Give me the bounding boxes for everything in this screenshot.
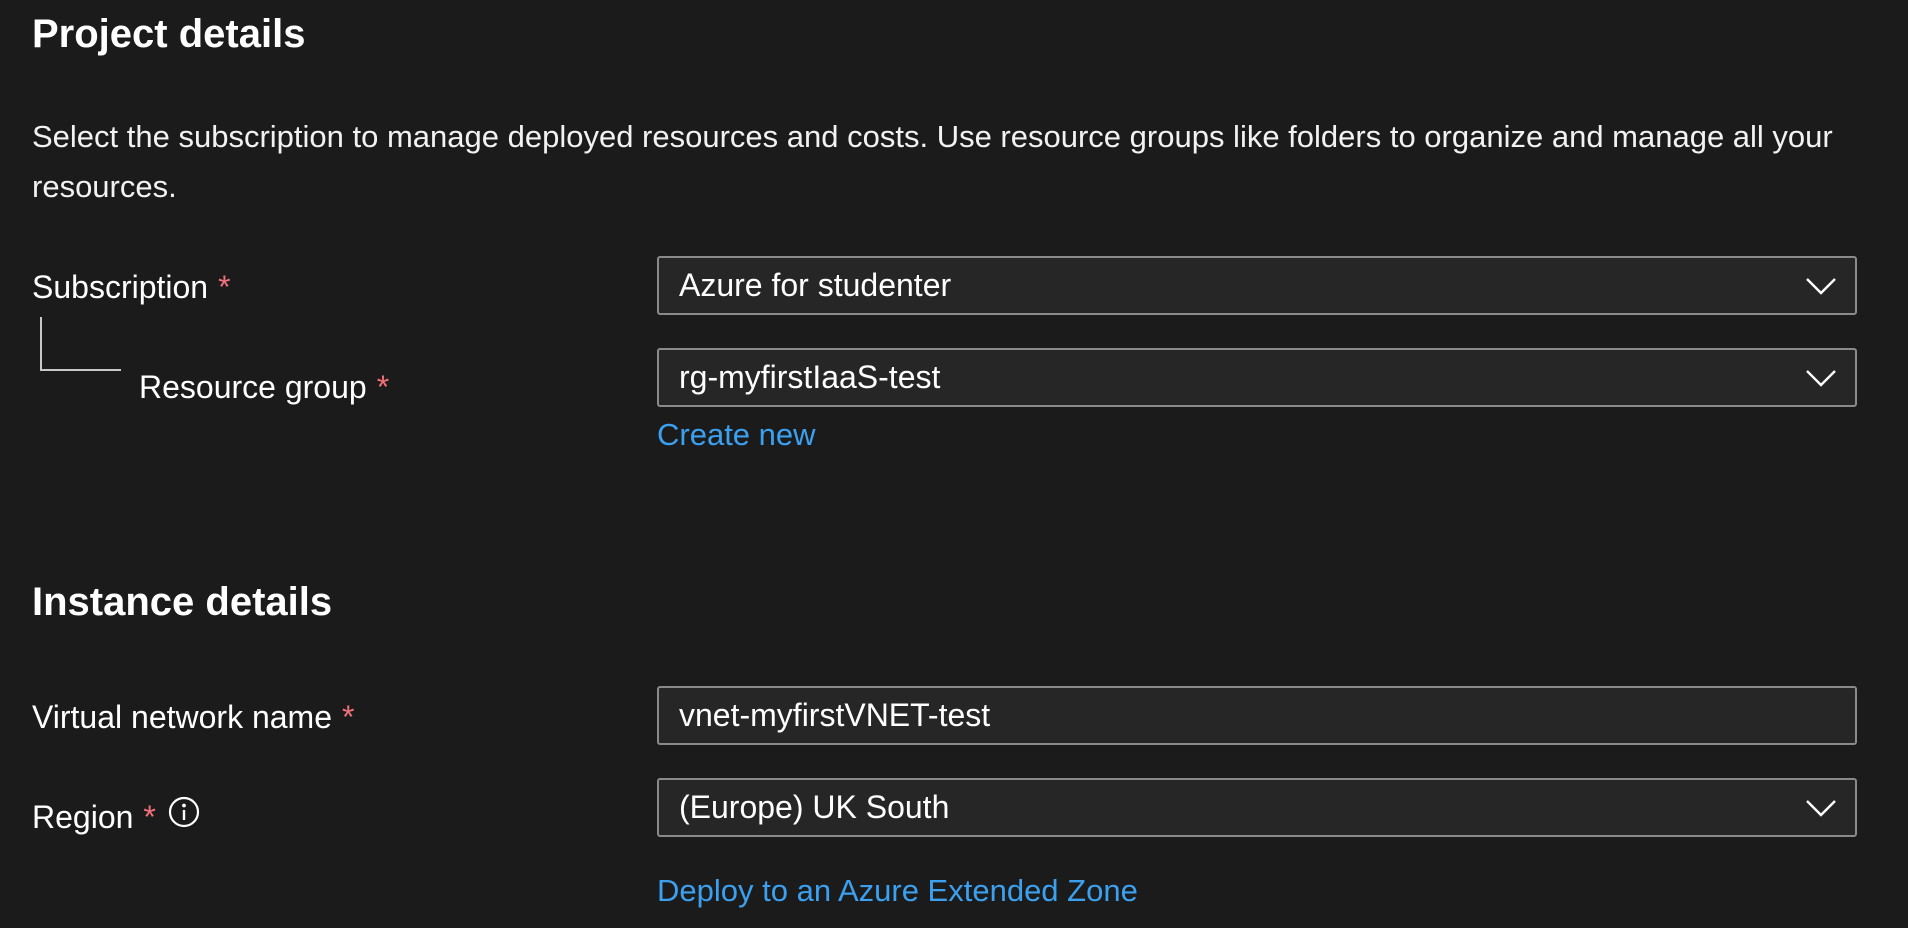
chevron-down-icon	[1803, 366, 1839, 390]
subscription-label: Subscription *	[32, 267, 231, 307]
subscription-dropdown[interactable]: Azure for studenter	[657, 256, 1857, 315]
resource-group-dropdown[interactable]: rg-myfirstIaaS-test	[657, 348, 1857, 407]
instance-details-heading: Instance details	[32, 580, 333, 624]
resource-group-label-text: Resource group	[139, 369, 367, 405]
region-dropdown-value: (Europe) UK South	[679, 789, 950, 825]
required-asterisk: *	[376, 369, 390, 405]
resource-group-label: Resource group *	[139, 367, 389, 407]
region-label-text: Region	[32, 799, 134, 835]
info-icon[interactable]	[168, 796, 200, 837]
resource-group-dropdown-value: rg-myfirstIaaS-test	[679, 359, 941, 395]
vnet-name-input[interactable]: vnet-myfirstVNET-test	[657, 686, 1857, 745]
vnet-name-label: Virtual network name *	[32, 697, 354, 737]
chevron-down-icon	[1803, 796, 1839, 820]
required-asterisk: *	[342, 699, 355, 735]
deploy-extended-zone-link[interactable]: Deploy to an Azure Extended Zone	[657, 871, 1138, 911]
project-details-description: Select the subscription to manage deploy…	[32, 119, 1833, 204]
hierarchy-connector-line	[40, 317, 121, 371]
vnet-name-input-value: vnet-myfirstVNET-test	[679, 697, 991, 733]
vnet-name-label-text: Virtual network name	[32, 699, 332, 735]
chevron-down-icon	[1803, 274, 1839, 298]
region-label: Region *	[32, 796, 200, 840]
required-asterisk: *	[143, 799, 156, 835]
project-details-heading: Project details	[32, 12, 306, 56]
subscription-dropdown-value: Azure for studenter	[679, 267, 952, 303]
create-new-link[interactable]: Create new	[657, 415, 816, 455]
required-asterisk: *	[218, 269, 231, 305]
subscription-label-text: Subscription	[32, 269, 209, 305]
region-dropdown[interactable]: (Europe) UK South	[657, 778, 1857, 837]
